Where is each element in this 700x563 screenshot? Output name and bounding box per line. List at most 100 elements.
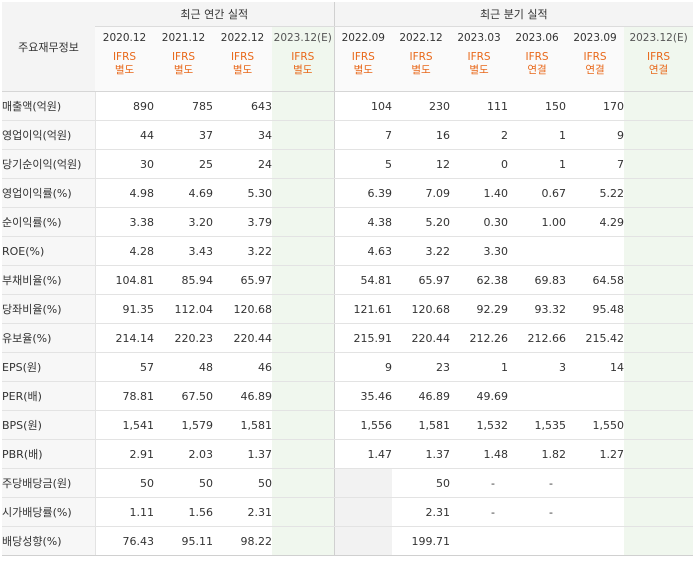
- value-cell: 7: [333, 120, 393, 150]
- row-label: ROE(%): [2, 236, 96, 266]
- value-cell: [508, 381, 567, 411]
- table-row: EPS(원) 57 48 46 9 23 1 3 14: [2, 352, 694, 382]
- value-cell: 4.63: [333, 236, 393, 266]
- value-cell: 67.50: [154, 381, 213, 411]
- accounting-standard: IFRS 연결: [566, 49, 625, 92]
- standard-basis: 별도: [173, 64, 194, 76]
- value-cell: 121.61: [333, 294, 393, 324]
- value-cell: 14: [566, 352, 625, 382]
- value-cell: 5.22: [566, 178, 625, 208]
- period-header: 2022.12: [213, 26, 272, 49]
- standard-basis: 별도: [114, 64, 135, 76]
- financial-summary-panel: 주요재무정보 최근 연간 실적 최근 분기 실적 2020.12 2021.12 2…: [0, 0, 700, 563]
- standard-name: IFRS: [291, 51, 315, 63]
- standard-name: IFRS: [171, 51, 196, 63]
- value-cell: 3.30: [450, 236, 509, 266]
- value-cell: 16: [392, 120, 451, 150]
- value-cell: 1,550: [566, 410, 625, 440]
- value-cell: 1: [508, 149, 567, 179]
- value-cell: [272, 497, 335, 527]
- value-cell: 9: [333, 352, 393, 382]
- value-cell: 150: [508, 91, 567, 121]
- value-cell: [624, 439, 694, 469]
- value-cell: -: [450, 468, 509, 498]
- value-cell: [272, 265, 335, 295]
- value-cell: [272, 381, 335, 411]
- value-cell: 95.48: [566, 294, 625, 324]
- value-cell: [272, 323, 335, 353]
- value-cell: 24: [213, 149, 272, 179]
- table-row: PER(배) 78.81 67.50 46.89 35.46 46.89 49.69: [2, 381, 694, 411]
- period-header: 2021.12: [154, 26, 213, 49]
- value-cell: 98.22: [213, 526, 272, 556]
- value-cell: 212.66: [508, 323, 567, 353]
- value-cell: [333, 497, 393, 527]
- value-cell: 62.38: [450, 265, 509, 295]
- value-cell: 50: [213, 468, 272, 498]
- row-label: 당기순이익(억원): [2, 149, 96, 179]
- value-cell: [624, 526, 694, 556]
- value-cell: 890: [95, 91, 154, 121]
- value-cell: 785: [154, 91, 213, 121]
- row-label: 영업이익률(%): [2, 178, 96, 208]
- value-cell: 104: [333, 91, 393, 121]
- value-cell: 3.79: [213, 207, 272, 237]
- value-cell: [624, 178, 694, 208]
- value-cell: [450, 526, 509, 556]
- value-cell: 1.37: [392, 439, 451, 469]
- table-row: PBR(배) 2.91 2.03 1.37 1.47 1.37 1.48 1.82 1.27: [2, 439, 694, 469]
- value-cell: 120.68: [392, 294, 451, 324]
- annual-group-header: 최근 연간 실적: [95, 2, 335, 27]
- value-cell: 1,541: [95, 410, 154, 440]
- value-cell: [624, 381, 694, 411]
- value-cell: 3.22: [392, 236, 451, 266]
- value-cell: [624, 410, 694, 440]
- financial-table: 주요재무정보 최근 연간 실적 최근 분기 실적 2020.12 2021.12 2…: [2, 2, 694, 556]
- table-row: 영업이익률(%) 4.98 4.69 5.30 6.39 7.09 1.40 0.67 5.22: [2, 178, 694, 208]
- value-cell: 170: [566, 91, 625, 121]
- accounting-standard: IFRS 별도: [213, 49, 272, 92]
- value-cell: 85.94: [154, 265, 213, 295]
- value-cell: 2.03: [154, 439, 213, 469]
- standard-name: IFRS: [112, 51, 137, 63]
- value-cell: [624, 149, 694, 179]
- value-cell: 1.11: [95, 497, 154, 527]
- value-cell: 230: [392, 91, 451, 121]
- value-cell: 25: [154, 149, 213, 179]
- value-cell: 1.00: [508, 207, 567, 237]
- table-row: BPS(원) 1,541 1,579 1,581 1,556 1,581 1,532 1,53…: [2, 410, 694, 440]
- value-cell: 50: [154, 468, 213, 498]
- value-cell: [624, 352, 694, 382]
- value-cell: 0: [450, 149, 509, 179]
- table-row: ROE(%) 4.28 3.43 3.22 4.63 3.22 3.30: [2, 236, 694, 266]
- value-cell: 0.30: [450, 207, 509, 237]
- value-cell: 214.14: [95, 323, 154, 353]
- value-cell: 46: [213, 352, 272, 382]
- row-label: PER(배): [2, 381, 96, 411]
- value-cell: [624, 91, 694, 121]
- value-cell: 104.81: [95, 265, 154, 295]
- value-cell: 2.31: [213, 497, 272, 527]
- value-cell: [272, 120, 335, 150]
- value-cell: [508, 526, 567, 556]
- value-cell: 2.31: [392, 497, 451, 527]
- row-label: EPS(원): [2, 352, 96, 382]
- accounting-standard: IFRS 별도: [450, 49, 509, 92]
- value-cell: 3.43: [154, 236, 213, 266]
- standard-basis: 별도: [411, 64, 431, 76]
- value-cell: 3.22: [213, 236, 272, 266]
- standard-basis: 연결: [585, 64, 605, 76]
- value-cell: [272, 526, 335, 556]
- value-cell: 112.04: [154, 294, 213, 324]
- standard-basis: 별도: [469, 64, 489, 76]
- value-cell: 9: [566, 120, 625, 150]
- value-cell: [333, 526, 393, 556]
- value-cell: [272, 294, 335, 324]
- value-cell: [272, 352, 335, 382]
- period-header: 2023.03: [450, 26, 509, 49]
- value-cell: 65.97: [392, 265, 451, 295]
- value-cell: 64.58: [566, 265, 625, 295]
- value-cell: [272, 468, 335, 498]
- accounting-standard: IFRS 별도: [333, 49, 393, 92]
- value-cell: 212.26: [450, 323, 509, 353]
